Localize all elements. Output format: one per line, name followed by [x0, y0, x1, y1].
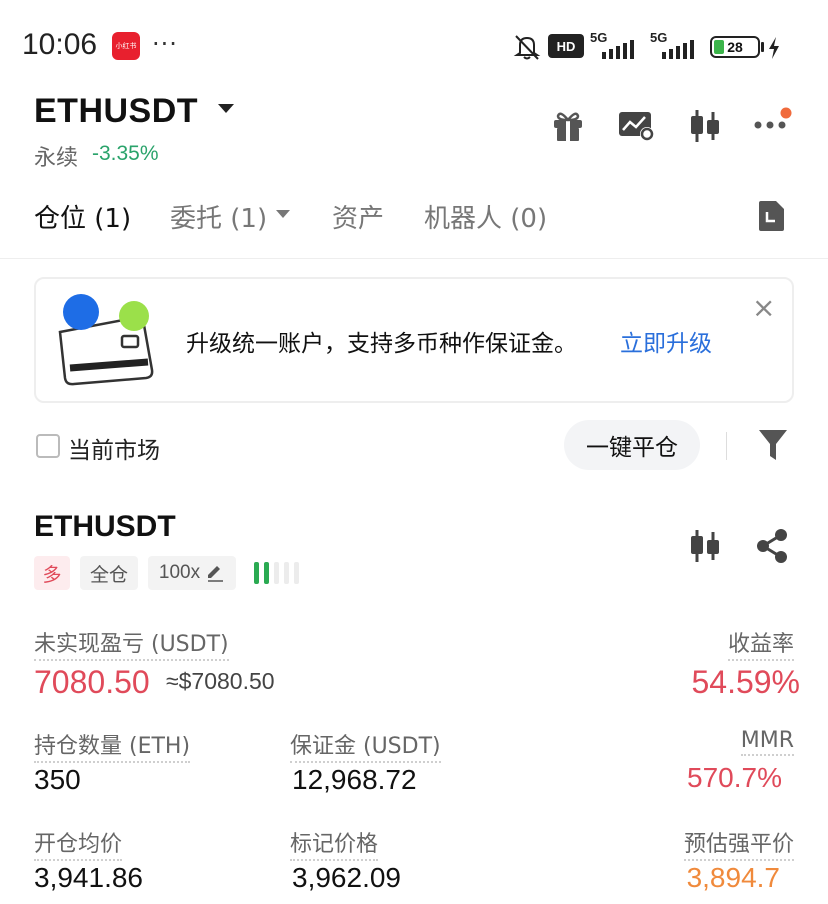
- margin-value: 12,968.72: [292, 764, 417, 795]
- tab-orders[interactable]: 委托 (1): [170, 198, 267, 235]
- candlestick-chart-icon[interactable]: [688, 108, 722, 144]
- unrealized-pnl-label[interactable]: 未实现盈亏 (USDT): [34, 626, 229, 661]
- pair-selector[interactable]: ETHUSDT: [34, 92, 198, 131]
- tabs-divider: [0, 258, 828, 259]
- position-side-badge: 多: [34, 556, 70, 590]
- roe-value: 54.59%: [691, 664, 800, 700]
- close-all-button[interactable]: 一键平仓: [564, 420, 700, 470]
- mmr-value: 570.7%: [687, 762, 782, 793]
- hd-voice-icon: HD: [548, 34, 584, 58]
- current-market-label[interactable]: 当前市场: [68, 431, 160, 465]
- position-size-value: 350: [34, 764, 81, 795]
- unrealized-pnl-usd: ≈$7080.50: [166, 668, 275, 694]
- filter-icon[interactable]: [758, 428, 788, 462]
- tab-bots[interactable]: 机器人 (0): [424, 198, 547, 235]
- entry-price-label[interactable]: 开仓均价: [34, 826, 123, 861]
- tab-positions[interactable]: 仓位 (1): [34, 198, 131, 235]
- status-time: 10:06: [22, 28, 98, 61]
- position-chart-icon[interactable]: [688, 528, 722, 564]
- tab-orders-dropdown-icon[interactable]: [276, 210, 290, 218]
- contract-type-label: 永续: [34, 146, 79, 171]
- roe-label[interactable]: 收益率: [727, 626, 794, 661]
- history-document-icon[interactable]: [756, 200, 786, 232]
- charging-bolt-icon: [769, 37, 779, 59]
- battery-tip: [761, 42, 764, 52]
- gift-icon[interactable]: [550, 108, 586, 144]
- mute-bell-icon: [513, 35, 541, 60]
- filter-divider: [726, 432, 727, 460]
- banner-close-icon[interactable]: ×: [752, 291, 775, 324]
- unrealized-pnl-value: 7080.50: [34, 664, 150, 700]
- edit-pencil-icon[interactable]: [205, 564, 225, 582]
- margin-mode-badge[interactable]: 全仓: [80, 556, 138, 590]
- liquidation-price-value: 3,894.7: [686, 862, 780, 893]
- chart-settings-icon[interactable]: [617, 108, 655, 142]
- position-pair: ETHUSDT: [34, 510, 176, 543]
- wallet-illustration-icon: [58, 294, 154, 386]
- mark-price-label[interactable]: 标记价格: [290, 826, 379, 861]
- leverage-badge[interactable]: 100x: [148, 556, 236, 590]
- signal-strength-icon: [602, 40, 634, 59]
- battery-level: 28: [727, 39, 743, 55]
- app-notification-icon: 小红书: [112, 32, 140, 60]
- leverage-value: 100x: [158, 562, 201, 583]
- signal-strength-icon-2: [662, 40, 694, 59]
- margin-label[interactable]: 保证金 (USDT): [290, 728, 441, 763]
- share-icon[interactable]: [754, 528, 790, 564]
- more-menu-icon[interactable]: [752, 104, 796, 138]
- battery-icon: 28: [710, 36, 760, 58]
- tab-assets[interactable]: 资产: [332, 198, 384, 235]
- upgrade-now-link[interactable]: 立即升级: [620, 324, 712, 358]
- mark-price-value: 3,962.09: [292, 862, 401, 893]
- mmr-label[interactable]: MMR: [740, 728, 794, 756]
- position-size-label[interactable]: 持仓数量 (ETH): [34, 728, 191, 763]
- current-market-checkbox[interactable]: [36, 434, 60, 458]
- more-notifications-icon: ···: [152, 30, 178, 58]
- entry-price-value: 3,941.86: [34, 862, 143, 893]
- adl-risk-indicator: [254, 562, 299, 584]
- chevron-down-icon[interactable]: [218, 104, 234, 113]
- upgrade-banner-text: 升级统一账户，支持多币种作保证金。: [186, 331, 577, 357]
- liquidation-price-label[interactable]: 预估强平价: [683, 826, 794, 861]
- price-change-percent: -3.35%: [92, 142, 159, 165]
